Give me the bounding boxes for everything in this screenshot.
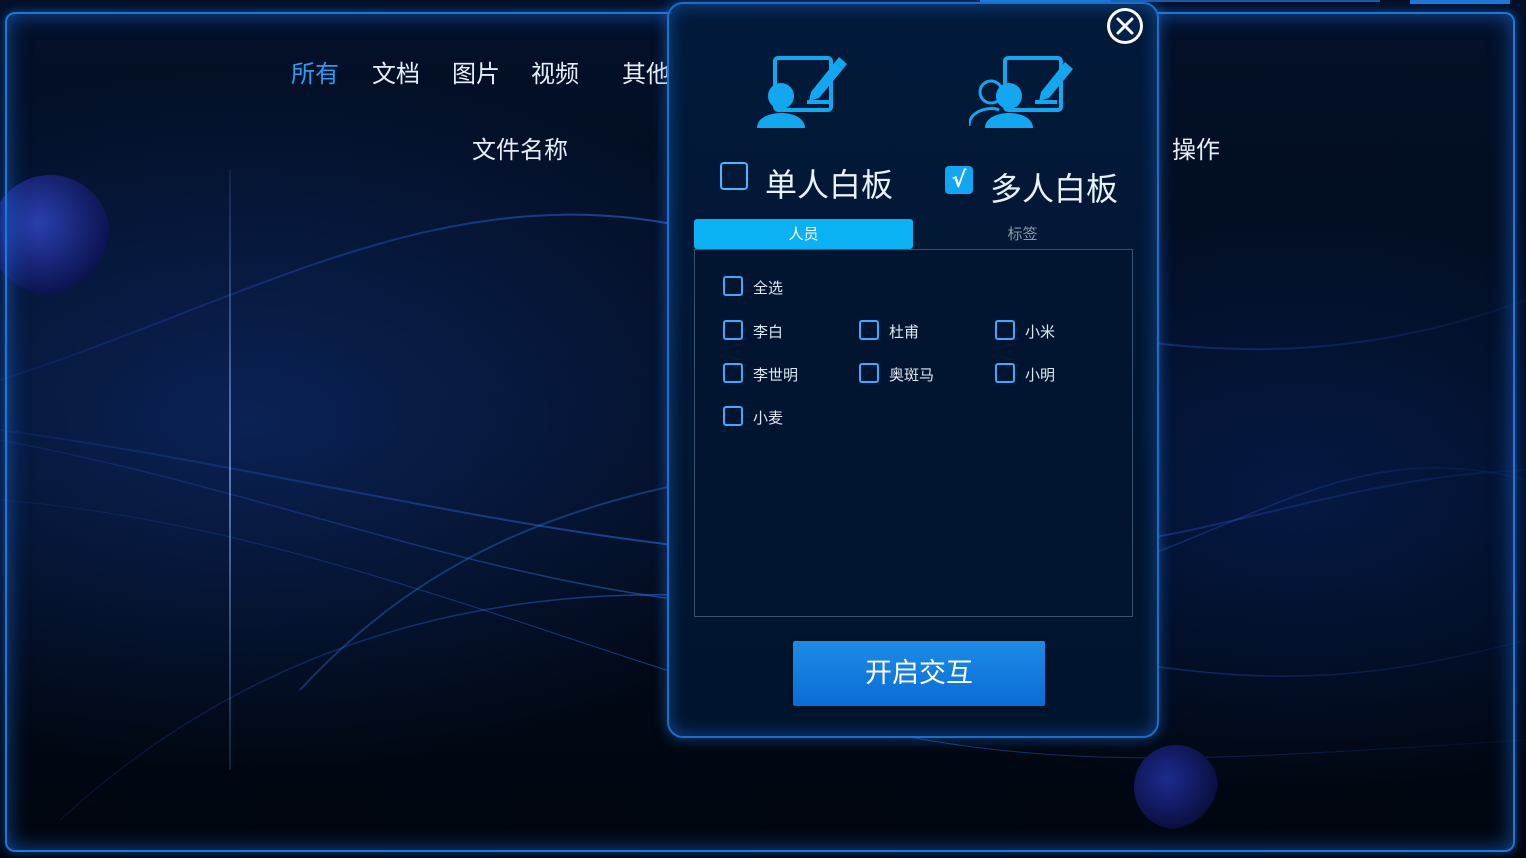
top-decoration: [1410, 0, 1510, 4]
person-label: 小麦: [753, 409, 784, 427]
tab-all[interactable]: 所有: [291, 54, 339, 89]
tab-people[interactable]: 人员: [694, 219, 913, 249]
close-button[interactable]: [1107, 8, 1143, 44]
multi-user-whiteboard-icon: [969, 56, 1073, 128]
person-label: 杜甫: [889, 323, 920, 341]
select-all-label: 全选: [753, 279, 784, 297]
person-label: 小米: [1025, 323, 1056, 341]
person-label: 李世明: [753, 366, 799, 384]
person-label: 李白: [753, 323, 784, 341]
whiteboard-dialog: 单人白板 √ 多人白板 人员 标签 全选 李白 杜甫 小米 李世明 奥斑马 小明: [667, 2, 1159, 738]
column-header-actions: 操作: [1172, 136, 1220, 164]
column-header-file-name: 文件名称: [472, 136, 568, 164]
tab-other[interactable]: 其他: [622, 54, 670, 89]
tab-documents[interactable]: 文档: [372, 54, 420, 89]
multi-whiteboard-checkbox[interactable]: √: [945, 166, 973, 194]
close-circle-icon: [1116, 17, 1134, 35]
single-user-whiteboard-icon: [757, 56, 847, 128]
person-label: 奥斑马: [889, 366, 935, 384]
single-whiteboard-checkbox[interactable]: [720, 162, 748, 190]
top-decoration: [1110, 0, 1380, 2]
single-whiteboard-label: 单人白板: [765, 166, 894, 204]
tab-videos[interactable]: 视频: [531, 54, 579, 89]
dialog-subtabs: 人员 标签: [694, 219, 1132, 249]
multi-whiteboard-label: 多人白板: [990, 170, 1119, 208]
person-label: 小明: [1025, 366, 1056, 384]
tab-images[interactable]: 图片: [452, 54, 500, 89]
tab-tags[interactable]: 标签: [913, 219, 1132, 249]
start-interaction-button[interactable]: 开启交互: [793, 641, 1045, 706]
people-panel: 全选 李白 杜甫 小米 李世明 奥斑马 小明 小麦: [694, 249, 1133, 617]
